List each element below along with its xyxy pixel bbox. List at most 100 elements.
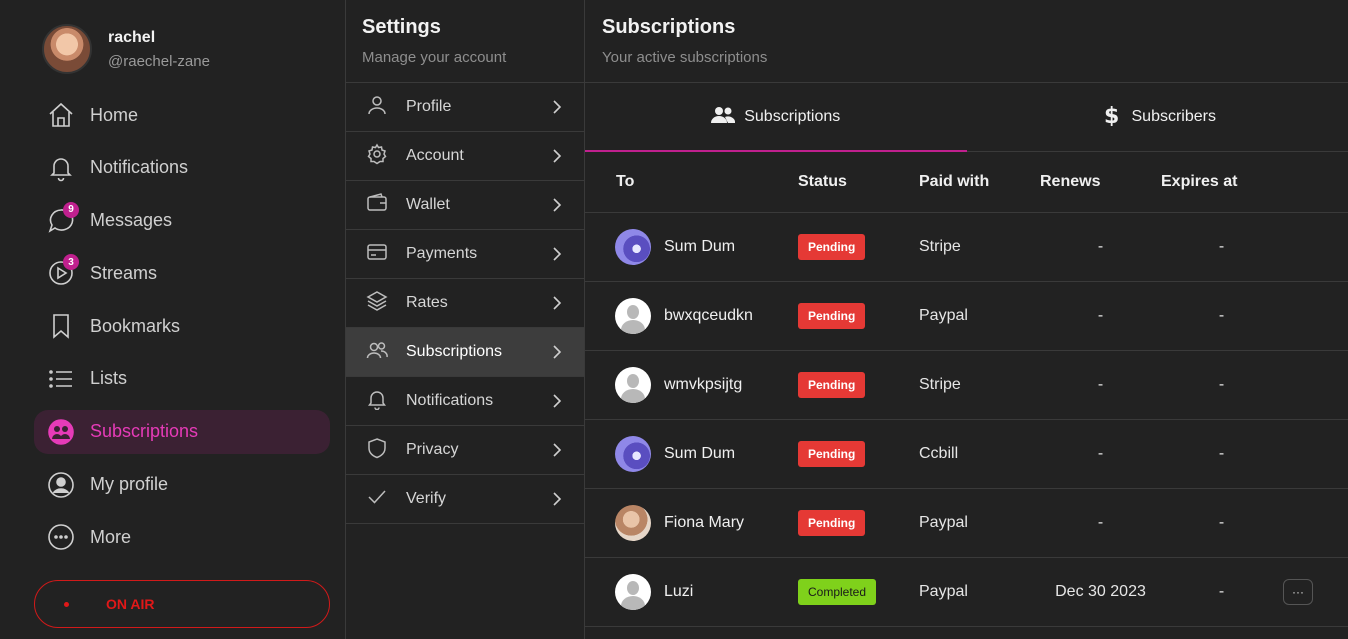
cell-status: Pending — [798, 372, 919, 398]
bell-icon — [366, 388, 388, 415]
user-name[interactable]: wmvkpsijtg — [664, 376, 742, 394]
settings-item-verify[interactable]: Verify — [346, 475, 584, 524]
user-name[interactable]: bwxqceudkn — [664, 307, 753, 325]
cell-renews: Dec 30 2023 — [1055, 583, 1146, 600]
avatar[interactable] — [42, 24, 92, 74]
chevron-right-icon — [552, 197, 562, 213]
cell-status: Completed — [798, 579, 919, 605]
cell-paid-with: Paypal — [919, 514, 968, 531]
nav-item-label: Lists — [90, 368, 128, 389]
settings-title: Settings — [362, 16, 441, 38]
table-header: To Status Paid with Renews Expires at — [585, 152, 1348, 213]
nav-item-my-profile[interactable]: My profile — [34, 463, 330, 507]
table-row[interactable]: Sum Dum Pending Ccbill - - — [585, 420, 1348, 489]
check-icon — [366, 486, 388, 513]
table-row[interactable]: Luzi Completed Paypal Dec 30 2023 - ··· — [585, 558, 1348, 627]
main-nav: Home Notifications 9 Messages 3 Streams … — [34, 93, 330, 568]
settings-item-label: Profile — [406, 98, 452, 115]
nav-item-label: More — [90, 526, 132, 547]
subscriptions-icon — [46, 417, 76, 447]
nav-item-notifications[interactable]: Notifications — [34, 146, 330, 190]
nav-item-lists[interactable]: Lists — [34, 357, 330, 401]
avatar[interactable] — [615, 436, 651, 472]
cell-to: Sum Dum — [585, 229, 798, 265]
nav-item-streams[interactable]: 3 Streams — [34, 251, 330, 295]
streams-badge: 3 — [63, 254, 79, 271]
settings-item-subscriptions[interactable]: Subscriptions — [346, 328, 584, 377]
cell-renews: - — [1097, 445, 1104, 462]
nav-item-label: Bookmarks — [90, 315, 181, 336]
table-row[interactable]: Fiona Mary Pending Paypal - - — [585, 489, 1348, 558]
user-profile[interactable]: rachel @raechel-zane — [42, 24, 210, 74]
cell-status: Pending — [798, 510, 919, 536]
cell-paid-with: Ccbill — [919, 445, 959, 462]
settings-item-payments[interactable]: Payments — [346, 230, 584, 279]
status-badge: Pending — [798, 441, 866, 467]
page-title: Subscriptions — [602, 16, 736, 38]
settings-item-profile[interactable]: Profile — [346, 83, 584, 132]
on-air-button[interactable]: ON AIR — [34, 580, 330, 628]
table-row[interactable]: wmvkpsijtg Pending Stripe - - — [585, 351, 1348, 420]
cell-expires: - — [1218, 238, 1225, 255]
column-header-renews[interactable]: Renews — [1040, 173, 1161, 191]
nav-item-home[interactable]: Home — [34, 93, 330, 137]
chevron-right-icon — [552, 442, 562, 458]
profile-text: rachel @raechel-zane — [108, 29, 210, 70]
nav-item-messages[interactable]: 9 Messages — [34, 199, 330, 243]
status-badge: Pending — [798, 303, 866, 329]
user-name[interactable]: Sum Dum — [664, 445, 735, 463]
messages-badge: 9 — [63, 201, 79, 218]
shield-icon — [366, 437, 388, 464]
cell-paid-with: Paypal — [919, 583, 968, 600]
chevron-right-icon — [552, 344, 562, 360]
wallet-icon — [366, 192, 388, 219]
user-name: rachel — [108, 28, 156, 46]
nav-item-label: Messages — [90, 210, 173, 231]
user-handle: @raechel-zane — [108, 52, 210, 70]
cell-paid-with: Stripe — [919, 376, 961, 393]
settings-item-label: Subscriptions — [406, 343, 503, 360]
nav-item-subscriptions[interactable]: Subscriptions — [34, 409, 330, 454]
user-name[interactable]: Fiona Mary — [664, 514, 744, 532]
credit-card-icon — [366, 241, 388, 268]
layers-icon — [366, 290, 388, 317]
chevron-right-icon — [552, 99, 562, 115]
tab-subscriptions[interactable]: Subscriptions — [585, 83, 967, 152]
more-icon — [46, 522, 76, 552]
tab-subscribers[interactable]: $ Subscribers — [967, 83, 1348, 151]
user-name[interactable]: Sum Dum — [664, 238, 735, 256]
cell-expires: - — [1218, 445, 1225, 462]
users-icon — [711, 104, 736, 131]
settings-item-privacy[interactable]: Privacy — [346, 426, 584, 475]
row-actions-button[interactable]: ··· — [1283, 579, 1313, 605]
live-dot-icon — [64, 601, 69, 607]
cell-paid-with: Stripe — [919, 238, 961, 255]
settings-item-account[interactable]: Account — [346, 132, 584, 181]
nav-item-more[interactable]: More — [34, 515, 330, 559]
cell-expires: - — [1218, 376, 1225, 393]
settings-item-notifications[interactable]: Notifications — [346, 377, 584, 426]
settings-item-wallet[interactable]: Wallet — [346, 181, 584, 230]
column-header-paid-with[interactable]: Paid with — [919, 173, 1040, 191]
column-header-expires-at[interactable]: Expires at — [1161, 173, 1282, 191]
avatar[interactable] — [615, 505, 651, 541]
chevron-right-icon — [552, 295, 562, 311]
user-name[interactable]: Luzi — [664, 583, 693, 601]
cell-status: Pending — [798, 234, 919, 260]
avatar[interactable] — [615, 298, 651, 334]
cell-to: Luzi — [585, 574, 798, 610]
avatar[interactable] — [615, 574, 651, 610]
cell-expires: - — [1218, 307, 1225, 324]
avatar[interactable] — [615, 367, 651, 403]
settings-item-rates[interactable]: Rates — [346, 279, 584, 328]
cell-expires: - — [1218, 583, 1225, 600]
column-header-to[interactable]: To — [585, 173, 798, 191]
tabs: Subscriptions $ Subscribers — [585, 83, 1348, 152]
table-row[interactable]: Sum Dum Pending Stripe - - — [585, 213, 1348, 282]
avatar[interactable] — [615, 229, 651, 265]
table-row[interactable]: bwxqceudkn Pending Paypal - - — [585, 282, 1348, 351]
tab-label: Subscriptions — [744, 108, 841, 125]
column-header-status[interactable]: Status — [798, 173, 919, 191]
status-badge: Pending — [798, 372, 866, 398]
nav-item-bookmarks[interactable]: Bookmarks — [34, 304, 330, 348]
